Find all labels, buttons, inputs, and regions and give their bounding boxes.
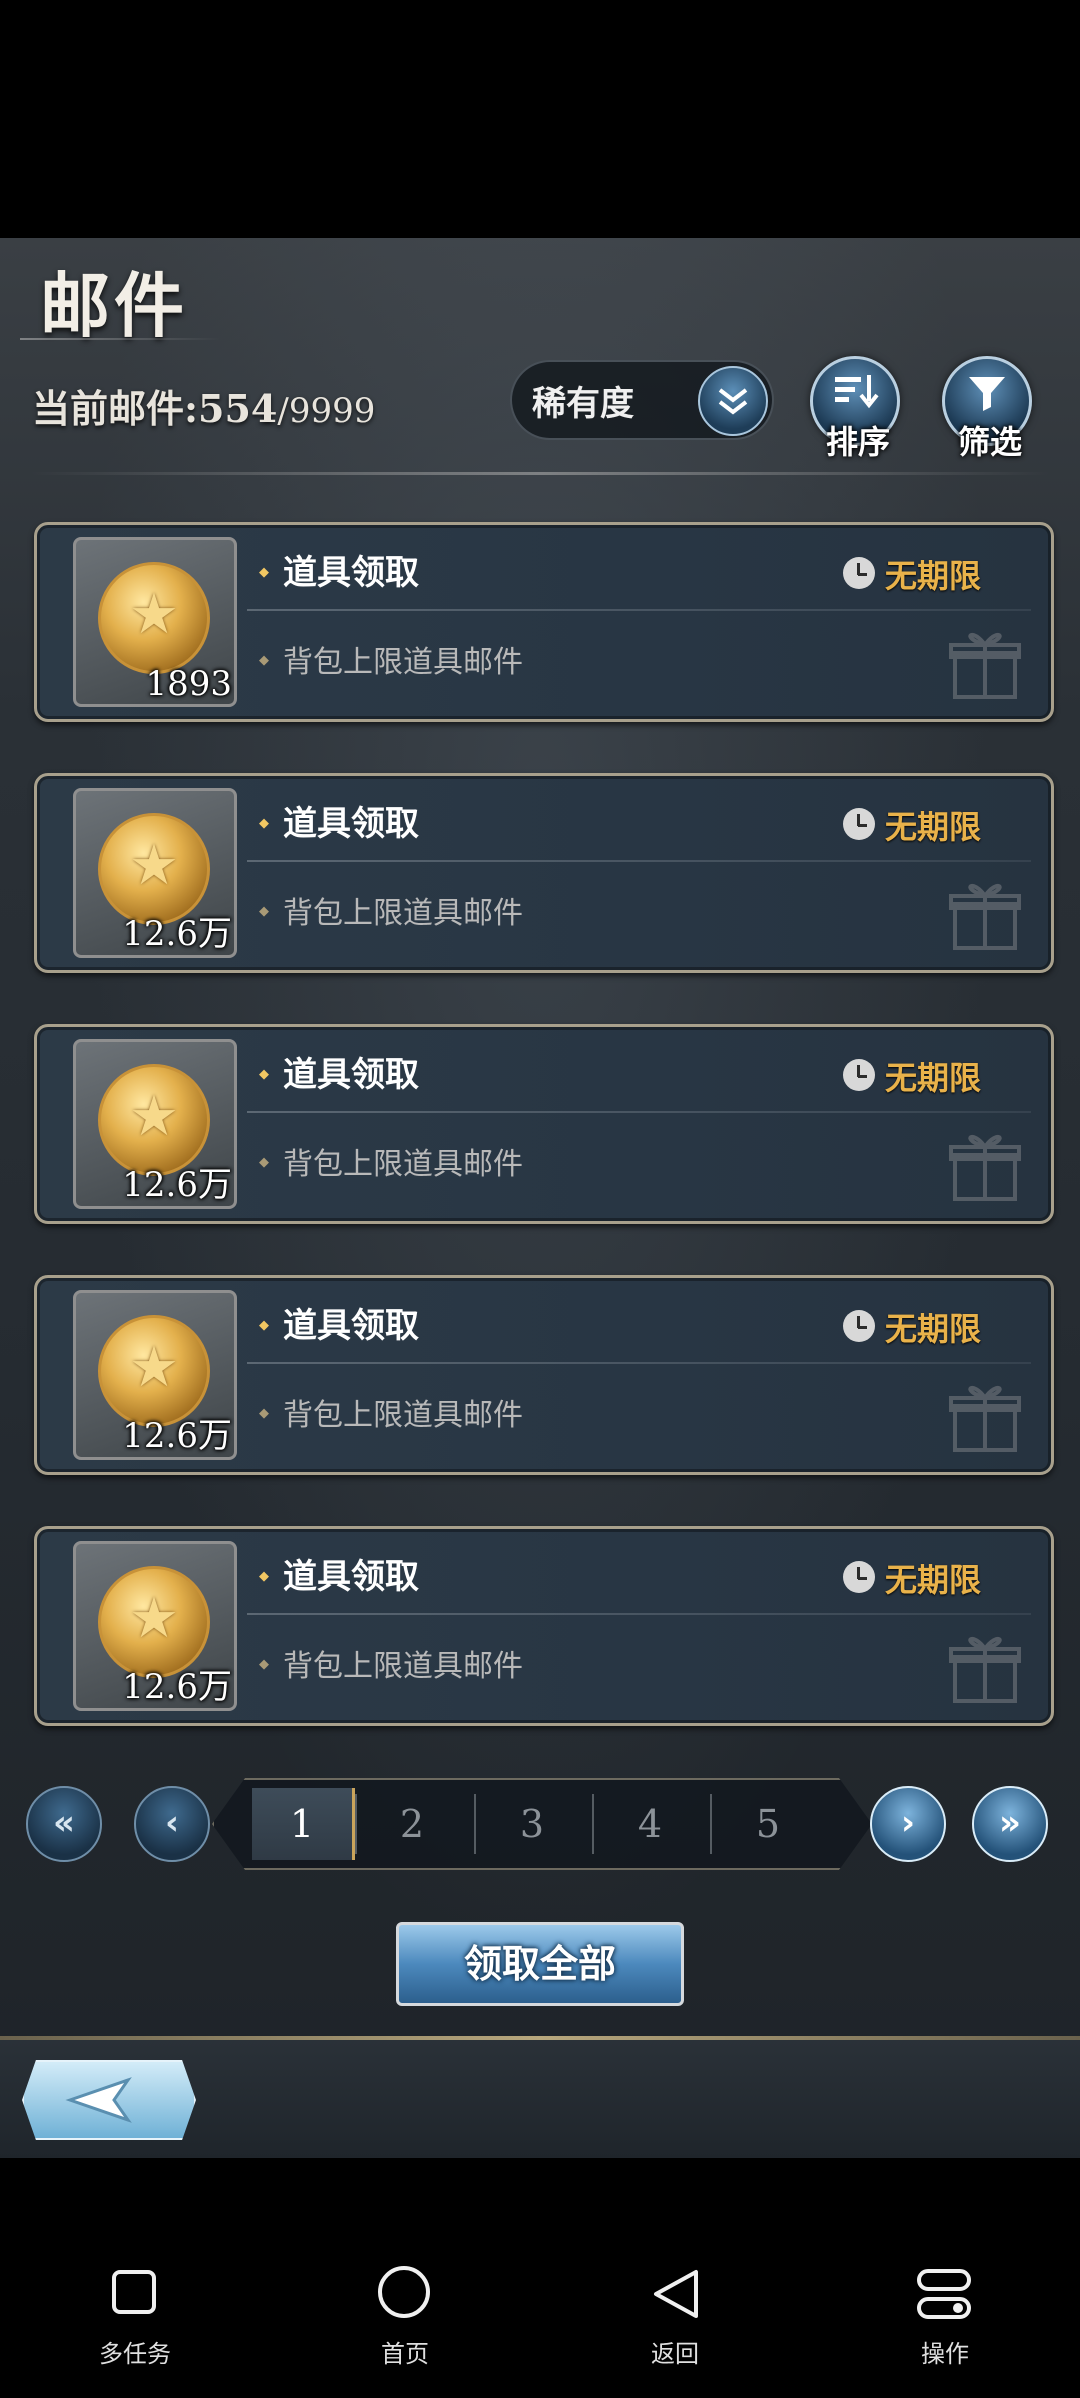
- page-2[interactable]: 2: [362, 1788, 462, 1860]
- rarity-label: 稀有度: [532, 384, 634, 424]
- page-separator: [355, 1794, 357, 1854]
- mail-count: 当前邮件:554/9999: [32, 378, 375, 433]
- item-thumbnail: ★ 12.6万: [73, 1290, 237, 1460]
- sort-label: 排序: [825, 423, 890, 461]
- double-chevron-left-icon: «: [53, 1803, 75, 1843]
- mail-expire: 无期限: [885, 1059, 982, 1097]
- next-page-button[interactable]: ›: [870, 1786, 946, 1862]
- double-chevron-right-icon: »: [999, 1803, 1021, 1843]
- nav-back[interactable]: 返回: [600, 2230, 750, 2398]
- mail-subtitle: 背包上限道具邮件: [259, 637, 523, 681]
- mail-item[interactable]: ★ 12.6万 道具领取 无期限 背包上限道具邮件: [34, 1024, 1054, 1224]
- mail-title: 道具领取: [259, 1298, 419, 1347]
- page-4[interactable]: 4: [600, 1788, 700, 1860]
- nav-multitask[interactable]: 多任务: [60, 2230, 210, 2398]
- mail-screen: 邮件 当前邮件:554/9999 稀有度 排序 筛选 ★ 1893 ◆ 道具领取…: [0, 238, 1080, 2158]
- coin-icon: ★: [98, 562, 210, 674]
- page-separator: [592, 1794, 594, 1854]
- mail-subtitle: 背包上限道具邮件: [259, 888, 523, 932]
- mail-item[interactable]: ★ 12.6万 道具领取 无期限 背包上限道具邮件: [34, 773, 1054, 973]
- back-arrow-icon: [65, 2077, 132, 2123]
- item-quantity: 12.6万: [122, 1165, 232, 1205]
- filter-button[interactable]: 筛选: [942, 356, 1032, 461]
- gift-icon: [949, 1385, 1021, 1452]
- nav-back-label: 返回: [651, 2340, 699, 2368]
- claim-all-button[interactable]: 领取全部: [396, 1922, 684, 2006]
- circle-icon: [378, 2266, 430, 2318]
- square-icon: [112, 2270, 156, 2314]
- mail-subtitle: 背包上限道具邮件: [259, 1139, 523, 1183]
- prev-page-button[interactable]: ‹: [134, 1786, 210, 1862]
- item-thumbnail: ★ 12.6万: [73, 1541, 237, 1711]
- mail-count-max: /9999: [277, 391, 376, 431]
- gift-icon: [949, 1636, 1021, 1703]
- nav-operate-label: 操作: [921, 2340, 969, 2368]
- mail-count-label: 当前邮件:: [32, 386, 199, 431]
- mail-expire: 无期限: [885, 808, 982, 846]
- mail-title: 道具领取: [259, 796, 419, 845]
- item-quantity: 1893: [145, 664, 232, 704]
- page-title: 邮件: [40, 264, 188, 347]
- mail-subtitle: 背包上限道具邮件: [259, 1641, 523, 1685]
- page-separator: [474, 1794, 476, 1854]
- divider: [30, 472, 1050, 475]
- item-thumbnail: ★ 12.6万: [73, 1039, 237, 1209]
- mail-separator: [247, 609, 1031, 611]
- item-quantity: 12.6万: [122, 914, 232, 954]
- mail-count-current: 554: [198, 386, 278, 431]
- title-underline: [20, 338, 220, 340]
- mail-expire: 无期限: [885, 1310, 982, 1348]
- gift-icon: [949, 883, 1021, 950]
- rarity-dropdown[interactable]: 稀有度: [510, 360, 774, 440]
- system-nav-bar: 多任务 首页 返回 操作: [0, 2230, 1080, 2398]
- clock-icon: [843, 1561, 875, 1593]
- gift-icon: [949, 632, 1021, 699]
- item-thumbnail: ★ 12.6万: [73, 788, 237, 958]
- page-3[interactable]: 3: [482, 1788, 582, 1860]
- clock-icon: [843, 808, 875, 840]
- mail-subtitle: 背包上限道具邮件: [259, 1390, 523, 1434]
- nav-home-label: 首页: [381, 2340, 429, 2368]
- mail-expire: 无期限: [885, 557, 982, 595]
- clock-icon: [843, 557, 875, 589]
- mail-title: 道具领取: [259, 1549, 419, 1598]
- triangle-back-icon: [654, 2270, 698, 2318]
- page-5[interactable]: 5: [718, 1788, 818, 1860]
- mail-separator: [247, 860, 1031, 862]
- mail-separator: [247, 1362, 1031, 1364]
- page-separator: [710, 1794, 712, 1854]
- toggle-icon: [917, 2269, 971, 2319]
- mail-item[interactable]: ★ 1893 道具领取 无期限 背包上限道具邮件: [34, 522, 1054, 722]
- clock-icon: [843, 1059, 875, 1091]
- page-1[interactable]: 1: [252, 1788, 355, 1860]
- mail-item[interactable]: ★ 12.6万 道具领取 无期限 背包上限道具邮件: [34, 1526, 1054, 1726]
- sort-button[interactable]: 排序: [810, 356, 900, 461]
- nav-operate[interactable]: 操作: [870, 2230, 1020, 2398]
- chevron-double-down-icon: [698, 366, 768, 436]
- last-page-button[interactable]: »: [972, 1786, 1048, 1862]
- mail-title: 道具领取: [259, 1047, 419, 1096]
- nav-home[interactable]: 首页: [330, 2230, 480, 2398]
- nav-multitask-label: 多任务: [99, 2340, 171, 2368]
- mail-title: 道具领取: [259, 545, 419, 594]
- mail-separator: [247, 1613, 1031, 1615]
- chevron-left-icon: ‹: [164, 1803, 179, 1843]
- chevron-right-icon: ›: [900, 1803, 915, 1843]
- filter-label: 筛选: [957, 423, 1022, 461]
- item-thumbnail: ★ 1893: [73, 537, 237, 707]
- clock-icon: [843, 1310, 875, 1342]
- item-quantity: 12.6万: [122, 1667, 232, 1707]
- back-button[interactable]: [22, 2060, 196, 2140]
- mail-item[interactable]: ★ 12.6万 道具领取 无期限 背包上限道具邮件: [34, 1275, 1054, 1475]
- first-page-button[interactable]: «: [26, 1786, 102, 1862]
- mail-expire: 无期限: [885, 1561, 982, 1599]
- gift-icon: [949, 1134, 1021, 1201]
- item-quantity: 12.6万: [122, 1416, 232, 1456]
- mail-separator: [247, 1111, 1031, 1113]
